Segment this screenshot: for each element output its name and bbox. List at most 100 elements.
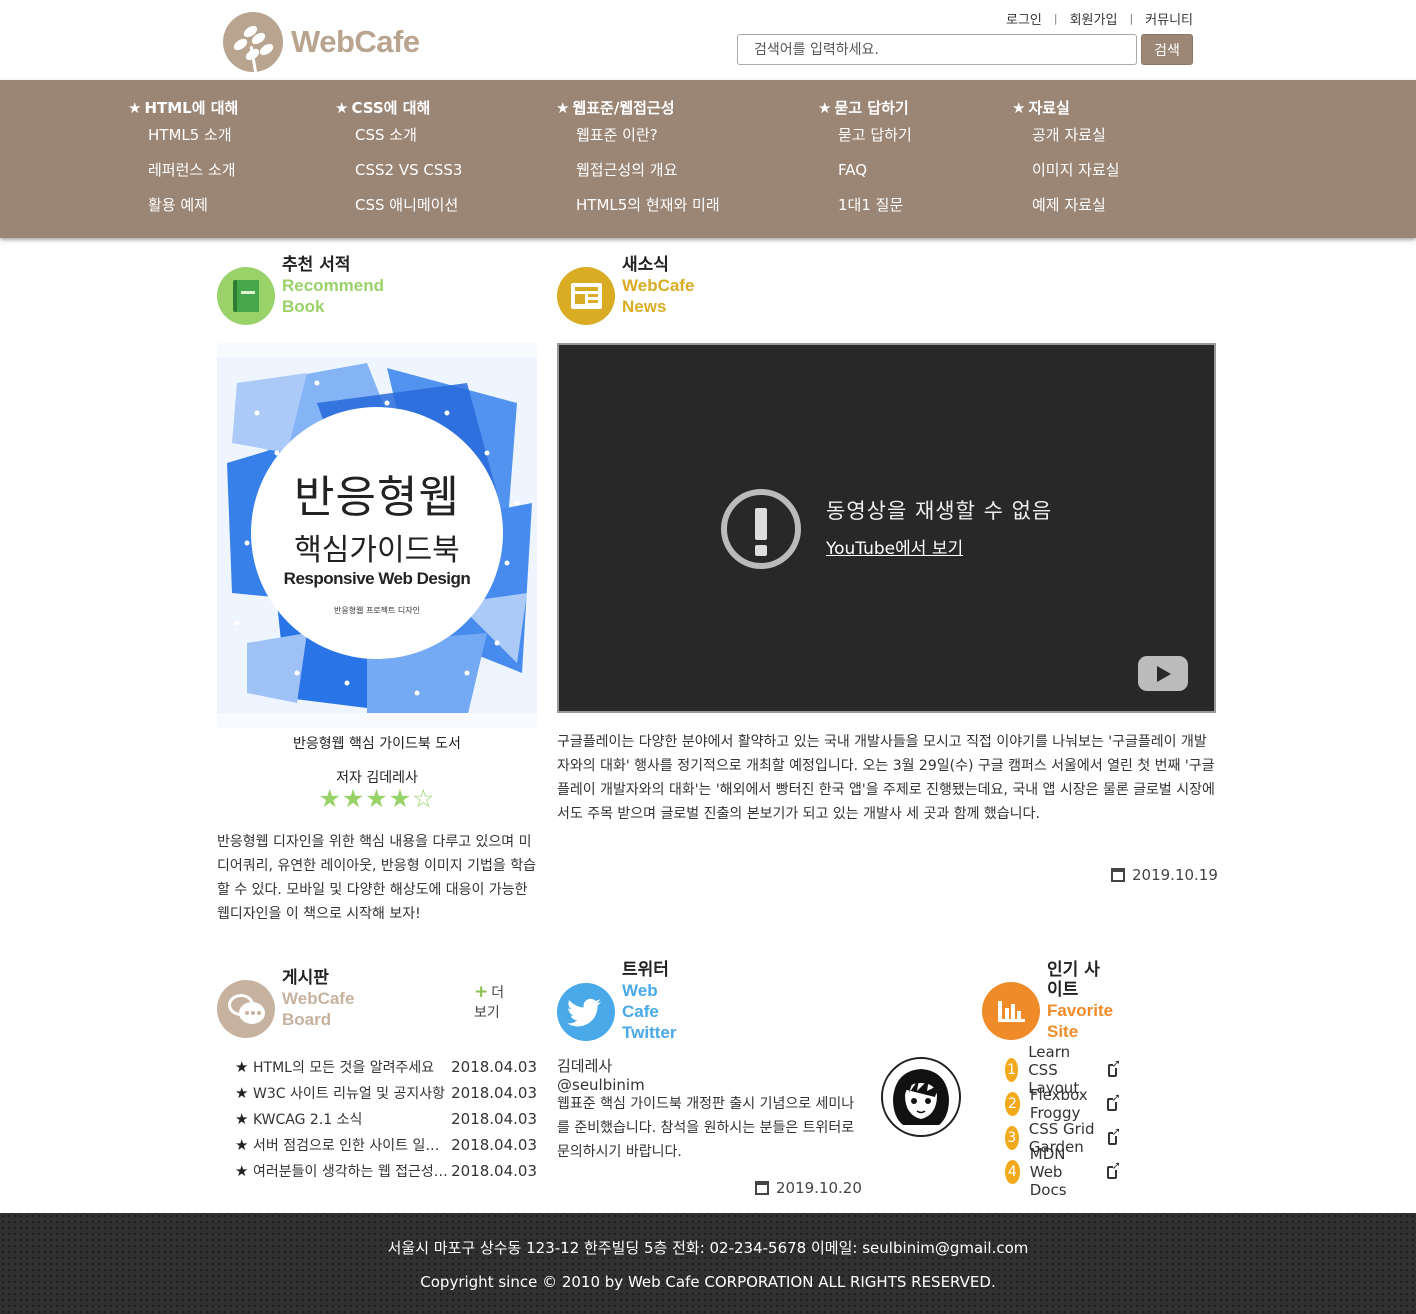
list-item[interactable]: ★ 여러분들이 생각하는 웹 접근성이란 2018.04.03 xyxy=(235,1158,537,1184)
youtube-play-icon[interactable] xyxy=(1138,656,1188,691)
twitter-user[interactable]: 김데레사 @seulbinim xyxy=(557,1055,645,1094)
plus-icon: + xyxy=(474,982,489,1002)
signup-link[interactable]: 회원가입 xyxy=(1070,9,1118,28)
search-form: 검색 xyxy=(737,34,1193,65)
section-title-en: Web Cafe Twitter xyxy=(622,981,677,1042)
footer-address: 서울시 마포구 상수동 123-12 한주빌딩 5층 전화: 02-234-56… xyxy=(387,1239,1029,1257)
logo[interactable]: WebCafe xyxy=(223,12,420,72)
tweet-text: 웹표준 핵심 가이드북 개정판 출시 기념으로 세미나를 준비했습니다. 참석을… xyxy=(557,1096,855,1160)
nav-item[interactable]: CSS 소개 xyxy=(355,125,462,160)
post-date: 2018.04.03 xyxy=(451,1084,537,1102)
twitter-section-title: 트위터 Web Cafe Twitter xyxy=(557,960,677,1043)
site-link[interactable]: Flexbox Froggy xyxy=(1030,1086,1100,1122)
nav-item[interactable]: CSS 애니메이션 xyxy=(355,195,462,230)
post-date: 2018.04.03 xyxy=(451,1136,537,1154)
nav-item[interactable]: FAQ xyxy=(838,160,912,195)
external-link-icon xyxy=(1107,1091,1120,1111)
star-icon: ★ xyxy=(128,99,142,117)
nav-item[interactable]: HTML5의 현재와 미래 xyxy=(576,195,720,230)
login-link[interactable]: 로그인 xyxy=(1006,9,1042,28)
video-error-message: 동영상을 재생할 수 없음 xyxy=(826,499,1053,523)
post-title[interactable]: KWCAG 2.1 소식 xyxy=(253,1109,451,1129)
rating-stars: ★★★★☆ xyxy=(318,784,436,813)
book-cover-english: Responsive Web Design xyxy=(283,569,471,588)
list-item[interactable]: ★ KWCAG 2.1 소식 2018.04.03 xyxy=(235,1106,537,1132)
news-text: 구글플레이는 다양한 분야에서 활약하고 있는 국내 개발사들을 모시고 직접 … xyxy=(557,734,1215,822)
calendar-icon xyxy=(1111,868,1125,882)
calendar-icon xyxy=(755,1181,769,1195)
bar-chart-icon xyxy=(982,982,1040,1040)
nav-item[interactable]: 묻고 답하기 xyxy=(838,125,912,160)
nav-heading[interactable]: ★ HTML에 대해 xyxy=(128,97,238,117)
community-link[interactable]: 커뮤니티 xyxy=(1145,9,1193,28)
main-nav: ★ HTML에 대해 HTML5 소개 레퍼런스 소개 활용 예제 ★ CSS에 대… xyxy=(0,80,1416,238)
nav-item[interactable]: 웹표준 이란? xyxy=(576,125,720,160)
nav-heading[interactable]: ★ 자료실 xyxy=(1012,97,1120,117)
section-title-ko: 게시판 xyxy=(282,968,329,988)
post-title[interactable]: HTML의 모든 것을 알려주세요 xyxy=(253,1057,451,1077)
post-date: 2018.04.03 xyxy=(451,1162,537,1180)
site-header: WebCafe 로그인 | 회원가입 | 커뮤니티 검색 xyxy=(208,0,1208,80)
book-cover-subtitle: 핵심가이드북 xyxy=(294,533,460,568)
nav-item[interactable]: 1대1 질문 xyxy=(838,195,912,230)
rank-badge: 1 xyxy=(1005,1058,1019,1082)
watch-on-youtube-link[interactable]: YouTube에서 보기 xyxy=(826,534,963,559)
list-item[interactable]: 4 MDN Web Docs xyxy=(1005,1145,1120,1199)
avatar xyxy=(881,1057,961,1137)
nav-group-archive: ★ 자료실 공개 자료실 이미지 자료실 예제 자료실 xyxy=(1012,97,1120,230)
list-item[interactable]: 1 Learn CSS Layout xyxy=(1005,1043,1121,1097)
post-title[interactable]: W3C 사이트 리뉴얼 및 공지사항 xyxy=(253,1083,451,1103)
nav-item[interactable]: CSS2 VS CSS3 xyxy=(355,160,462,195)
nav-item[interactable]: HTML5 소개 xyxy=(148,125,238,160)
nav-heading[interactable]: ★ 웹표준/웹접근성 xyxy=(556,97,720,117)
book-cover-tagline: 반응형웹 프로젝트 디자인 xyxy=(333,606,421,615)
section-title-en: WebCafe Board xyxy=(282,989,355,1029)
nav-item[interactable]: 공개 자료실 xyxy=(1032,125,1120,160)
list-item[interactable]: 2 Flexbox Froggy xyxy=(1005,1086,1120,1122)
nav-item[interactable]: 웹접근성의 개요 xyxy=(576,160,720,195)
list-item[interactable]: ★ HTML의 모든 것을 알려주세요 2018.04.03 xyxy=(235,1054,537,1080)
board-list: ★ HTML의 모든 것을 알려주세요 2018.04.03 ★ W3C 사이트 리뉴… xyxy=(235,1054,537,1184)
section-title-ko: 추천 서적 xyxy=(282,255,351,275)
star-icon: ★ xyxy=(235,1136,249,1154)
warning-icon xyxy=(721,489,801,569)
star-icon: ★ xyxy=(235,1058,249,1076)
book-cover-image[interactable]: 반응형웹 핵심가이드북 Responsive Web Design 반응형웹 프… xyxy=(217,343,537,728)
section-title-en: Favorite Site xyxy=(1047,1001,1114,1041)
board-section-title: 게시판 WebCafe Board xyxy=(217,968,355,1038)
nav-item[interactable]: 이미지 자료실 xyxy=(1032,160,1120,195)
book-caption: 반응형웹 핵심 가이드북 도서 xyxy=(293,736,461,752)
favorite-site-list: 1Learn CSS Layout 2Flexbox Froggy 3CSS G… xyxy=(1005,1043,1121,1199)
nav-item[interactable]: 활용 예제 xyxy=(148,195,238,230)
star-icon: ★ xyxy=(818,99,832,117)
star-icon: ★ xyxy=(1012,99,1026,117)
nav-item[interactable]: 예제 자료실 xyxy=(1032,195,1120,230)
nav-group-css: ★ CSS에 대해 CSS 소개 CSS2 VS CSS3 CSS 애니메이션 xyxy=(335,97,462,230)
section-title-en: WebCafe News xyxy=(622,276,695,316)
video-player[interactable]: 동영상을 재생할 수 없음 YouTube에서 보기 xyxy=(557,343,1216,713)
list-item[interactable]: ★ 서버 점검으로 인한 사이트 일시 중단 2018.04.03 xyxy=(235,1132,537,1158)
chat-bubbles-icon xyxy=(217,980,275,1038)
nav-group-standards: ★ 웹표준/웹접근성 웹표준 이란? 웹접근성의 개요 HTML5의 현재와 미래 xyxy=(556,97,720,230)
rank-badge: 4 xyxy=(1005,1160,1020,1184)
post-date: 2018.04.03 xyxy=(451,1058,537,1076)
search-button[interactable]: 검색 xyxy=(1141,34,1193,65)
more-link[interactable]: + 더보기 xyxy=(474,982,504,1022)
post-title[interactable]: 여러분들이 생각하는 웹 접근성이란 xyxy=(253,1161,451,1181)
site-link[interactable]: MDN Web Docs xyxy=(1030,1145,1101,1199)
nav-heading[interactable]: ★ 묻고 답하기 xyxy=(818,97,912,117)
star-icon: ★ xyxy=(235,1162,249,1180)
footer-copyright: Copyright since © 2010 by Web Cafe CORPO… xyxy=(420,1273,996,1291)
nav-item[interactable]: 레퍼런스 소개 xyxy=(148,160,238,195)
post-date: 2018.04.03 xyxy=(451,1110,537,1128)
nav-heading[interactable]: ★ CSS에 대해 xyxy=(335,97,462,117)
twitter-bird-icon xyxy=(557,982,615,1041)
star-icon: ★ xyxy=(556,99,570,117)
list-item[interactable]: ★ W3C 사이트 리뉴얼 및 공지사항 2018.04.03 xyxy=(235,1080,537,1106)
section-title-en: Recommend Book xyxy=(282,276,385,316)
book-icon xyxy=(217,267,275,325)
section-title-ko: 트위터 xyxy=(622,960,669,980)
book-description: 반응형웹 디자인을 위한 핵심 내용을 다루고 있으며 미디어쿼리, 유연한 레… xyxy=(217,834,536,922)
post-title[interactable]: 서버 점검으로 인한 사이트 일시 중단 xyxy=(253,1135,451,1155)
search-input[interactable] xyxy=(737,34,1137,65)
